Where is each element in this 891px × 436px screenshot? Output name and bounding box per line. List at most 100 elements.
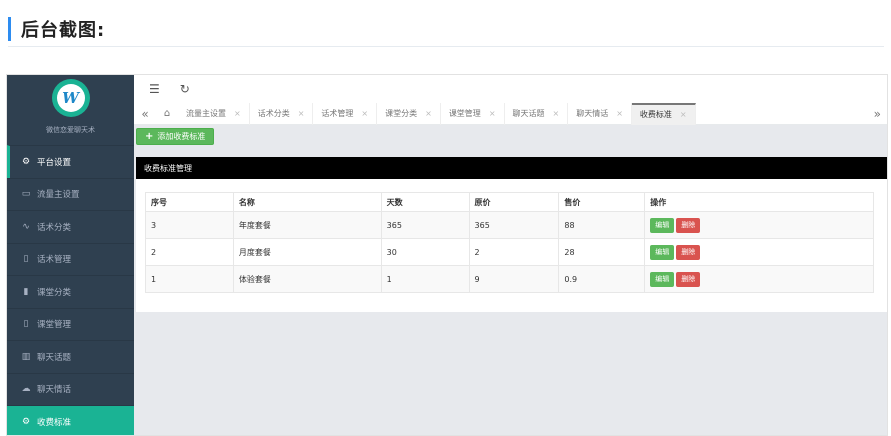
edit-button[interactable]: 编辑 — [650, 217, 675, 233]
plus-icon: + — [145, 131, 154, 142]
gear-icon: ⚙ — [21, 416, 31, 427]
doc-icon: ▯ — [23, 319, 29, 330]
delete-button[interactable]: 删除 — [676, 244, 701, 260]
sidebar-item-4[interactable]: ▮ 课堂分类 — [7, 275, 134, 308]
edit-button[interactable]: 编辑 — [650, 244, 675, 260]
table-cell: 9 — [468, 265, 560, 293]
sidebar-item-6[interactable]: ▥ 聊天话题 — [7, 340, 134, 373]
delete-button[interactable]: 删除 — [676, 271, 701, 287]
tab-label: 聊天情话 — [576, 109, 609, 118]
table-cell: 3 — [145, 211, 234, 239]
logo-area: W 微信恋爱聊天术 — [7, 75, 134, 145]
heading-text: 后台截图: — [21, 20, 106, 41]
tab-1[interactable]: 话术分类 × — [250, 102, 314, 125]
sidebar-item-8[interactable]: ⚙ 收费标准 — [7, 405, 134, 435]
table-cell: 月度套餐 — [232, 238, 382, 266]
table-body: 3 年度套餐 365 365 88 编辑 删除 2 月度套餐 30 2 28 编辑 删除 1 体验套餐 1 9 0.… — [145, 211, 874, 293]
sidebar-item-1[interactable]: ▭ 流量主设置 — [7, 177, 134, 211]
table-cell: 365 — [468, 211, 560, 239]
tab-bar: « ⌂ 流量主设置 × 话术分类 × 话术管理 × 课堂分类 × 课堂管理 × 聊天话题 × 聊天情话 ×… — [134, 102, 887, 125]
tab-7[interactable]: 收费标准 × — [631, 102, 696, 125]
page: 后台截图: W 微信恋爱聊天术 ⚙ 平台设置 ▭ 流量主设置 ∿ 话术分类 ▯ 话术管理 ▮ 课堂… — [0, 0, 891, 436]
sidebar-item-label: 收费标准 — [37, 417, 72, 428]
close-icon[interactable]: × — [298, 109, 305, 118]
sidebar-item-5[interactable]: ▯ 课堂管理 — [7, 307, 134, 341]
tab-2[interactable]: 话术管理 × — [313, 102, 378, 125]
main-area: ☰ ↻ « ⌂ 流量主设置 × 话术分类 × 话术管理 × 课堂分类 × 课堂管理 × 聊天话题 × 聊… — [134, 75, 887, 435]
actions-cell: 编辑 删除 — [644, 265, 874, 293]
section-heading: 后台截图: — [8, 14, 105, 44]
fee-panel: 收费标准管理 序号 名称 天数 原价 售价 操作 3 年度套餐 365 365 88 编辑 删除 2 月度… — [136, 157, 887, 312]
brand-name: 微信恋爱聊天术 — [46, 126, 95, 134]
column-header: 操作 — [644, 192, 874, 212]
delete-button[interactable]: 删除 — [676, 217, 701, 233]
table-cell: 1 — [380, 265, 470, 293]
column-header: 天数 — [380, 192, 470, 212]
table-row: 3 年度套餐 365 365 88 编辑 删除 — [145, 211, 874, 239]
tab-label: 收费标准 — [639, 110, 672, 119]
heading-accent-bar — [8, 17, 11, 41]
table-cell: 1 — [145, 265, 234, 293]
sidebar-nav: ⚙ 平台设置 ▭ 流量主设置 ∿ 话术分类 ▯ 话术管理 ▮ 课堂分类 ▯ 课堂管理 ▥ 聊天话题 ☁ 聊天情… — [7, 145, 134, 435]
column-header: 名称 — [232, 192, 382, 212]
gear-icon: ⚙ — [21, 156, 31, 167]
close-icon[interactable]: × — [361, 109, 368, 118]
actions-cell: 编辑 删除 — [644, 211, 874, 239]
home-icon[interactable]: ⌂ — [156, 108, 178, 119]
sidebar-item-label: 话术管理 — [37, 255, 72, 266]
column-header: 原价 — [468, 192, 560, 212]
sidebar-item-label: 流量主设置 — [37, 190, 80, 201]
tab-0[interactable]: 流量主设置 × — [178, 102, 250, 125]
column-header: 序号 — [145, 192, 234, 212]
logo-icon[interactable]: W — [51, 79, 90, 117]
edit-button[interactable]: 编辑 — [650, 271, 675, 287]
book-icon: ▥ — [21, 351, 31, 362]
table-header-row: 序号 名称 天数 原价 售价 操作 — [145, 192, 874, 212]
tab-list: 流量主设置 × 话术分类 × 话术管理 × 课堂分类 × 课堂管理 × 聊天话题 × 聊天情话 × 收费标准… — [178, 102, 696, 125]
sidebar-item-label: 平台设置 — [37, 157, 72, 168]
sidebar: W 微信恋爱聊天术 ⚙ 平台设置 ▭ 流量主设置 ∿ 话术分类 ▯ 话术管理 ▮ 课堂分类 ▯ 课堂管… — [7, 75, 134, 435]
tab-3[interactable]: 课堂分类 × — [377, 102, 441, 125]
close-icon[interactable]: × — [489, 109, 496, 118]
menu-toggle-icon[interactable]: ☰ — [149, 82, 160, 96]
add-fee-standard-button[interactable]: + 添加收费标准 — [136, 128, 215, 145]
sidebar-item-label: 课堂分类 — [37, 287, 72, 298]
tab-label: 话术分类 — [257, 109, 290, 118]
sidebar-item-0[interactable]: ⚙ 平台设置 — [7, 145, 134, 178]
sidebar-item-7[interactable]: ☁ 聊天情话 — [7, 372, 134, 406]
pulse-icon: ∿ — [22, 221, 30, 232]
close-icon[interactable]: × — [425, 109, 432, 118]
file-icon: ▮ — [23, 286, 29, 297]
close-icon[interactable]: × — [553, 109, 560, 118]
sidebar-item-label: 话术分类 — [37, 222, 72, 233]
sidebar-item-3[interactable]: ▯ 话术管理 — [7, 242, 134, 276]
column-header: 售价 — [558, 192, 646, 212]
table-cell: 88 — [558, 211, 646, 239]
tab-label: 聊天话题 — [512, 109, 545, 118]
tab-4[interactable]: 课堂管理 × — [441, 102, 505, 125]
tab-6[interactable]: 聊天情话 × — [568, 102, 632, 125]
sidebar-item-label: 课堂管理 — [37, 320, 72, 331]
tab-label: 课堂分类 — [385, 109, 418, 118]
tabs-next-icon[interactable]: » — [874, 103, 881, 125]
tab-5[interactable]: 聊天话题 × — [505, 102, 569, 125]
sidebar-item-2[interactable]: ∿ 话术分类 — [7, 210, 134, 243]
panel-title: 收费标准管理 — [136, 157, 887, 179]
table-cell: 2 — [468, 238, 560, 266]
table-cell: 365 — [380, 211, 470, 239]
video-icon: ▭ — [21, 189, 31, 200]
close-icon[interactable]: × — [234, 109, 241, 118]
tabs-prev-icon[interactable]: « — [134, 107, 156, 121]
admin-screenshot: W 微信恋爱聊天术 ⚙ 平台设置 ▭ 流量主设置 ∿ 话术分类 ▯ 话术管理 ▮ 课堂分类 ▯ 课堂管… — [6, 74, 888, 436]
add-button-label: 添加收费标准 — [157, 132, 206, 141]
sidebar-item-label: 聊天情话 — [37, 385, 72, 396]
fee-table: 序号 名称 天数 原价 售价 操作 3 年度套餐 365 365 88 编辑 删除 2 月度套餐 30 2 28… — [145, 192, 874, 293]
close-icon[interactable]: × — [616, 109, 623, 118]
table-cell: 体验套餐 — [232, 265, 382, 293]
top-toolbar: ☰ ↻ — [134, 75, 887, 103]
refresh-icon[interactable]: ↻ — [180, 82, 190, 96]
close-icon[interactable]: × — [680, 110, 687, 119]
tab-label: 课堂管理 — [448, 109, 481, 118]
sidebar-item-label: 聊天话题 — [37, 352, 72, 363]
table-row: 2 月度套餐 30 2 28 编辑 删除 — [145, 238, 874, 266]
